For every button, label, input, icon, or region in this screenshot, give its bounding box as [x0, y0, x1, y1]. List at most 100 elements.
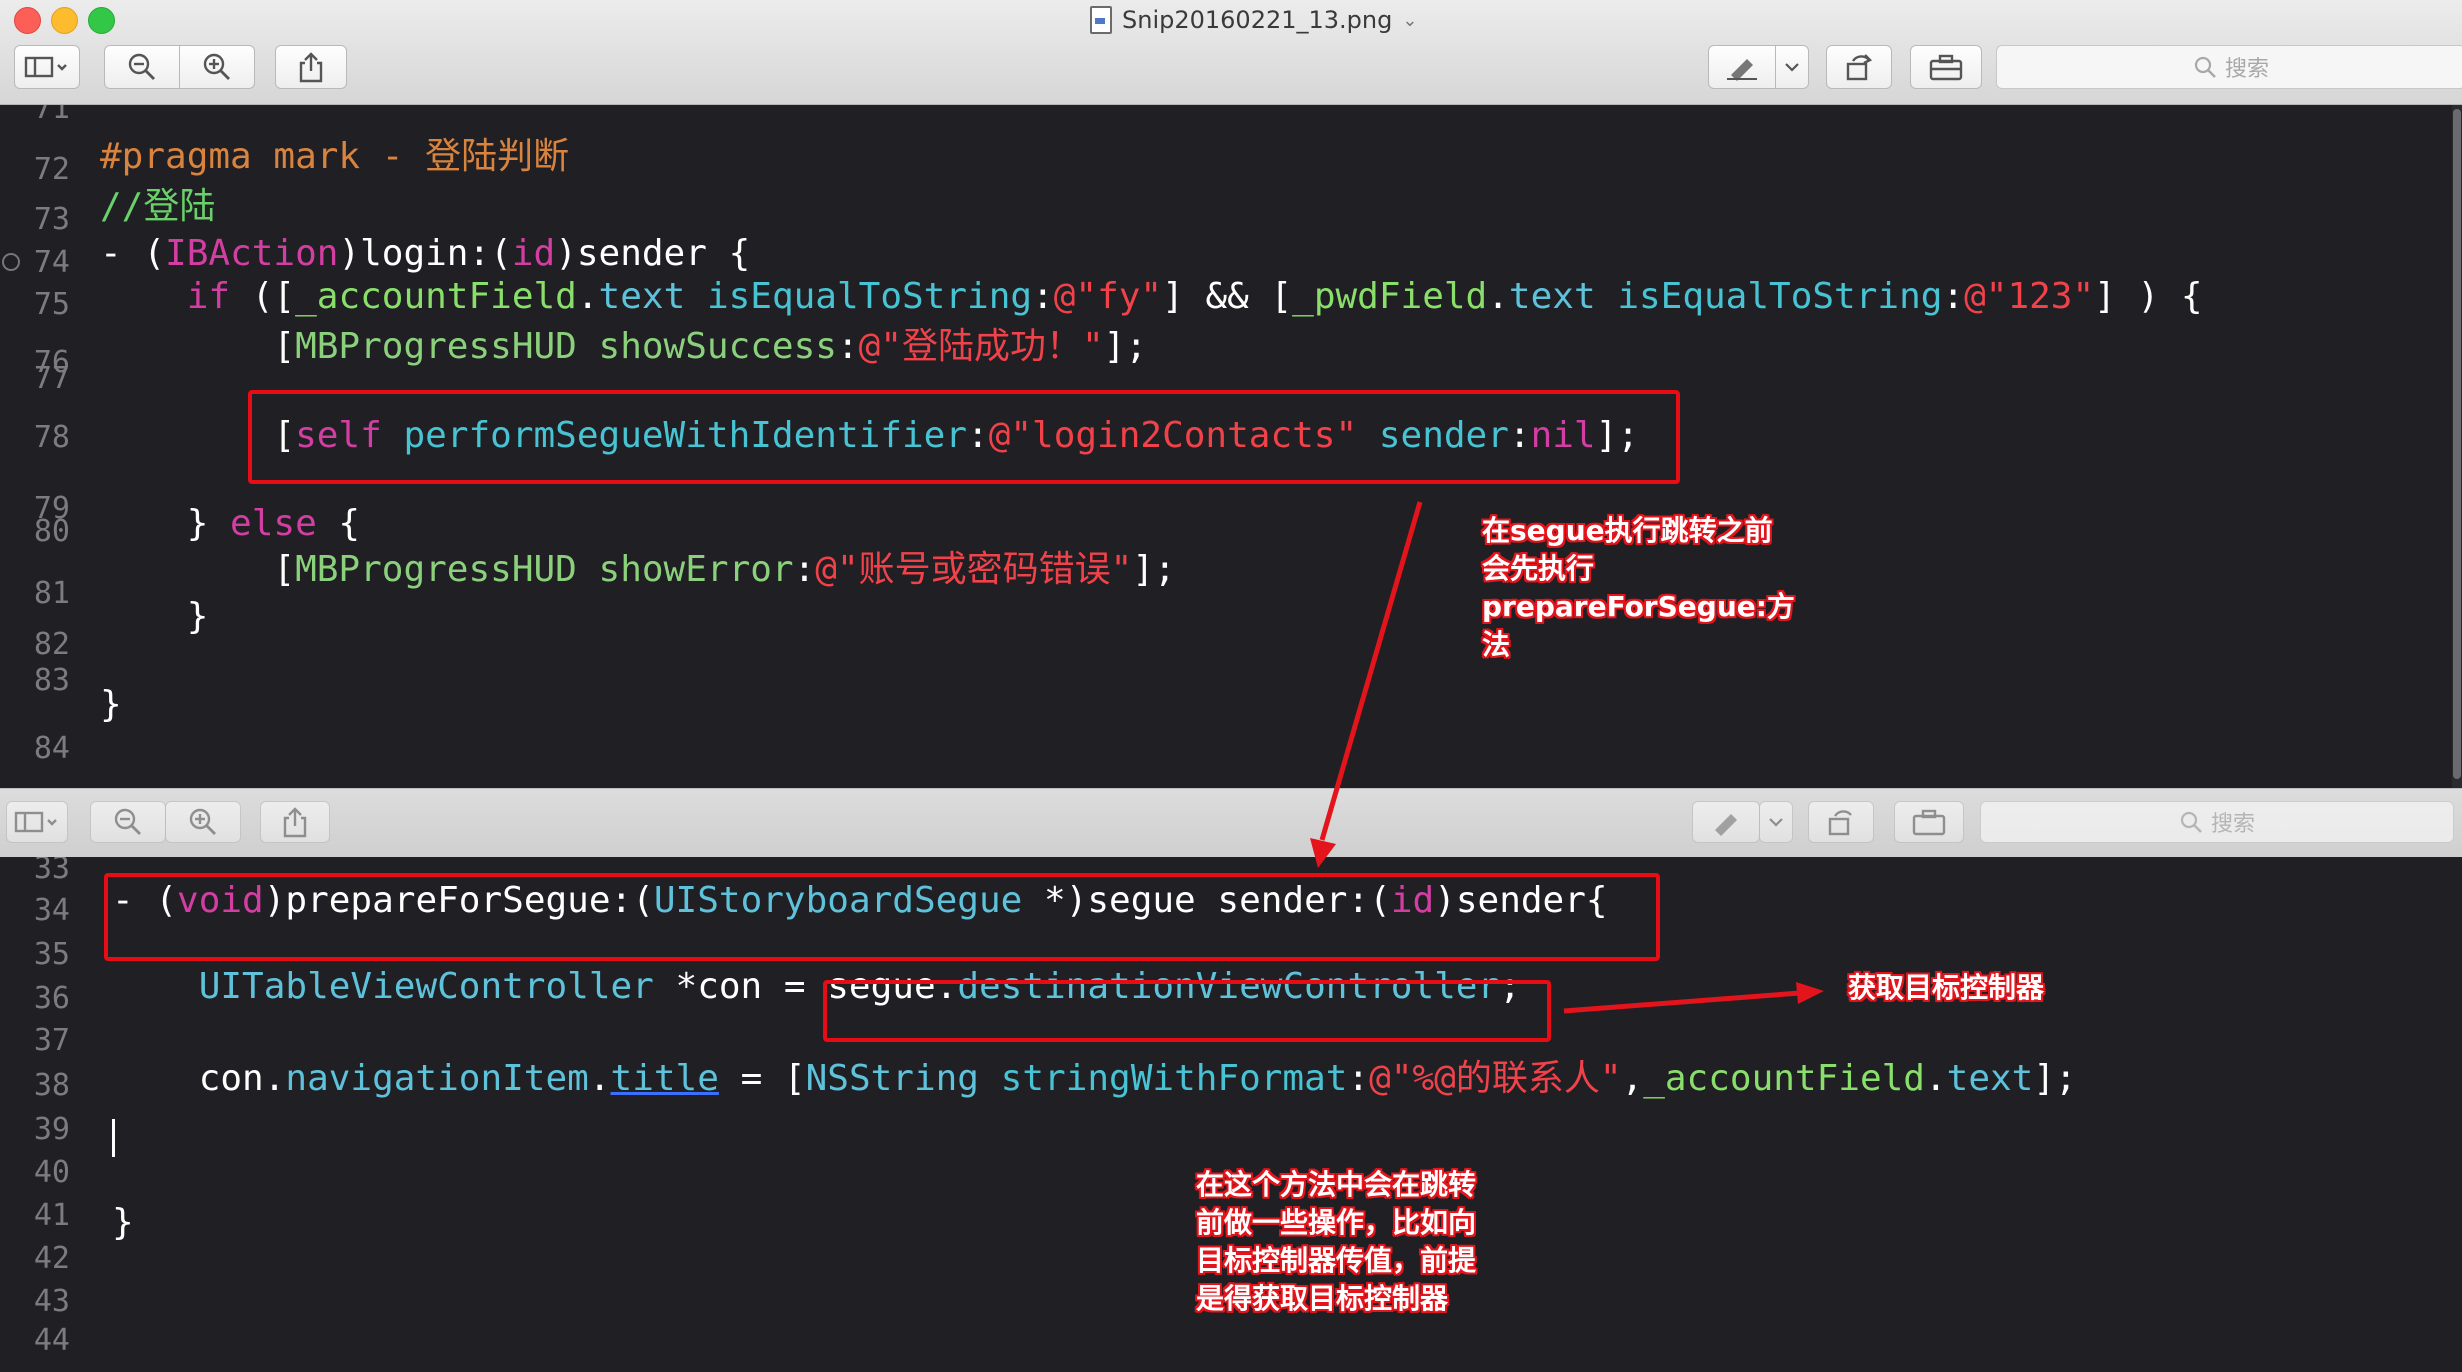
line-number: 38: [33, 1068, 70, 1103]
zoom-out-icon: [114, 808, 141, 835]
code-token: *con =: [653, 966, 828, 1007]
code-line-73: //登陆: [100, 186, 216, 227]
markup-menu-button[interactable]: [1775, 45, 1809, 89]
zoom-out-button[interactable]: [90, 801, 166, 843]
zoom-out-button[interactable]: [104, 45, 180, 89]
breakpoint-marker-icon[interactable]: [2, 253, 20, 271]
code-token: ] ) {: [2094, 276, 2203, 317]
rotate-icon: [1828, 810, 1852, 836]
code-token: MBProgressHUD: [295, 549, 577, 590]
line-number: 34: [33, 893, 70, 928]
code-token: :: [1347, 1058, 1370, 1099]
line-number: 82: [33, 627, 70, 662]
share-button[interactable]: [260, 801, 330, 843]
search-icon: [2180, 811, 2202, 833]
sidebar-toggle-button[interactable]: [6, 801, 68, 843]
line-number-gutter: 33 34 35 36 37 38 39 40 41 42 43 44: [0, 857, 88, 1372]
search-placeholder: 搜索: [2210, 812, 2255, 837]
rotate-button[interactable]: [1826, 45, 1892, 89]
zoom-in-icon: [189, 808, 216, 835]
markup-button[interactable]: [1708, 45, 1776, 89]
code-token: text: [1946, 1058, 2034, 1099]
code-token: ];: [2033, 1058, 2077, 1099]
line-number: 37: [33, 1023, 70, 1058]
code-line-74: - (IBAction)login:(id)sender {: [100, 232, 750, 276]
vertical-scrollbar[interactable]: [2452, 105, 2462, 788]
annotation-line: 是得获取目标控制器: [1196, 1282, 1449, 1315]
code-line-76: [MBProgressHUD showSuccess:@"登陆成功！"];: [100, 325, 1147, 369]
code-token: :: [1942, 276, 1965, 317]
share-icon: [299, 52, 323, 83]
code-line-82: }: [100, 596, 209, 637]
code-token: .: [588, 1058, 611, 1099]
sidebar-toggle-button[interactable]: [14, 45, 80, 89]
annotation-note-prepare: 在这个方法中会在跳转 前做一些操作，比如向 目标控制器传值，前提 是得获取目标控…: [1196, 1166, 1476, 1318]
code-line-81: [MBProgressHUD showError:@"账号或密码错误"];: [100, 548, 1175, 592]
markup-menu-button[interactable]: [1759, 801, 1793, 843]
highlight-box-prepare-for-segue: [104, 873, 1660, 961]
second-window-toolbar: 搜索: [0, 788, 2462, 859]
zoom-in-button[interactable]: [179, 45, 255, 89]
share-button[interactable]: [275, 45, 347, 89]
line-number: 71: [33, 105, 70, 126]
code-token: ];: [1103, 326, 1148, 367]
zoom-out-icon: [128, 53, 155, 80]
code-token: showSuccess: [598, 326, 837, 367]
code-token: = [: [718, 1058, 806, 1099]
share-icon: [283, 807, 307, 838]
code-token: text: [1508, 276, 1596, 317]
code-line-84: }: [100, 684, 122, 725]
zoom-window-button[interactable]: [88, 7, 115, 34]
window-title-text: Snip20160221_13.png: [1122, 6, 1393, 34]
line-number: 36: [33, 981, 70, 1016]
annotation-line: 在这个方法中会在跳转: [1196, 1168, 1477, 1201]
toolbox-button[interactable]: [1894, 801, 1964, 843]
code-token: stringWithFormat: [1000, 1058, 1348, 1099]
zoom-in-button[interactable]: [165, 801, 241, 843]
annotation-line: 获取目标控制器: [1848, 971, 2045, 1004]
line-number: 81: [33, 576, 70, 611]
chevron-down-icon: ⌄: [1402, 9, 1418, 31]
code-token: @"123": [1964, 276, 2095, 317]
line-number-gutter: 71 72 73 74 75 76 77 78 79 80 81 82 83 8…: [0, 105, 88, 788]
code-token: :: [836, 326, 859, 367]
annotation-note-segue: 在segue执行跳转之前 会先执行 prepareForSegue:方 法: [1482, 512, 1795, 664]
code-token: (: [121, 233, 166, 274]
close-window-button[interactable]: [14, 7, 41, 34]
code-token: NSString: [805, 1058, 979, 1099]
annotation-line: 法: [1482, 628, 1511, 661]
window-title[interactable]: Snip20160221_13.png ⌄: [1090, 3, 1417, 37]
minimize-window-button[interactable]: [51, 7, 78, 34]
toolbox-button[interactable]: [1910, 45, 1982, 89]
code-token: MBProgressHUD: [295, 326, 577, 367]
line-number: 80: [33, 514, 70, 549]
pen-icon: [1727, 59, 1757, 81]
line-number: 75: [33, 287, 70, 322]
chevron-down-icon: [1769, 818, 1783, 827]
code-token: ] && [: [1162, 276, 1293, 317]
code-token: @"账号或密码错误": [815, 549, 1133, 590]
code-token: )sender {: [555, 233, 751, 274]
rotate-button[interactable]: [1808, 801, 1874, 843]
code-token: :: [793, 549, 816, 590]
annotation-line: 会先执行: [1482, 552, 1595, 585]
code-token: [: [100, 549, 296, 590]
highlight-box-destination-vc: [823, 980, 1551, 1042]
code-token: [: [100, 326, 296, 367]
code-token: ([: [230, 276, 296, 317]
zoom-in-icon: [203, 53, 230, 80]
line-number: 83: [33, 663, 70, 698]
code-line-41: }: [112, 1202, 134, 1243]
code-token: {: [316, 503, 361, 544]
scrollbar-thumb[interactable]: [2453, 109, 2461, 779]
annotation-line: prepareForSegue:方: [1482, 590, 1795, 623]
code-line-38: con.navigationItem.title = [NSString str…: [112, 1057, 2077, 1101]
markup-button[interactable]: [1692, 801, 1760, 843]
search-input[interactable]: 搜索: [1996, 45, 2462, 89]
search-input[interactable]: 搜索: [1980, 801, 2454, 843]
line-number: 44: [33, 1323, 70, 1358]
